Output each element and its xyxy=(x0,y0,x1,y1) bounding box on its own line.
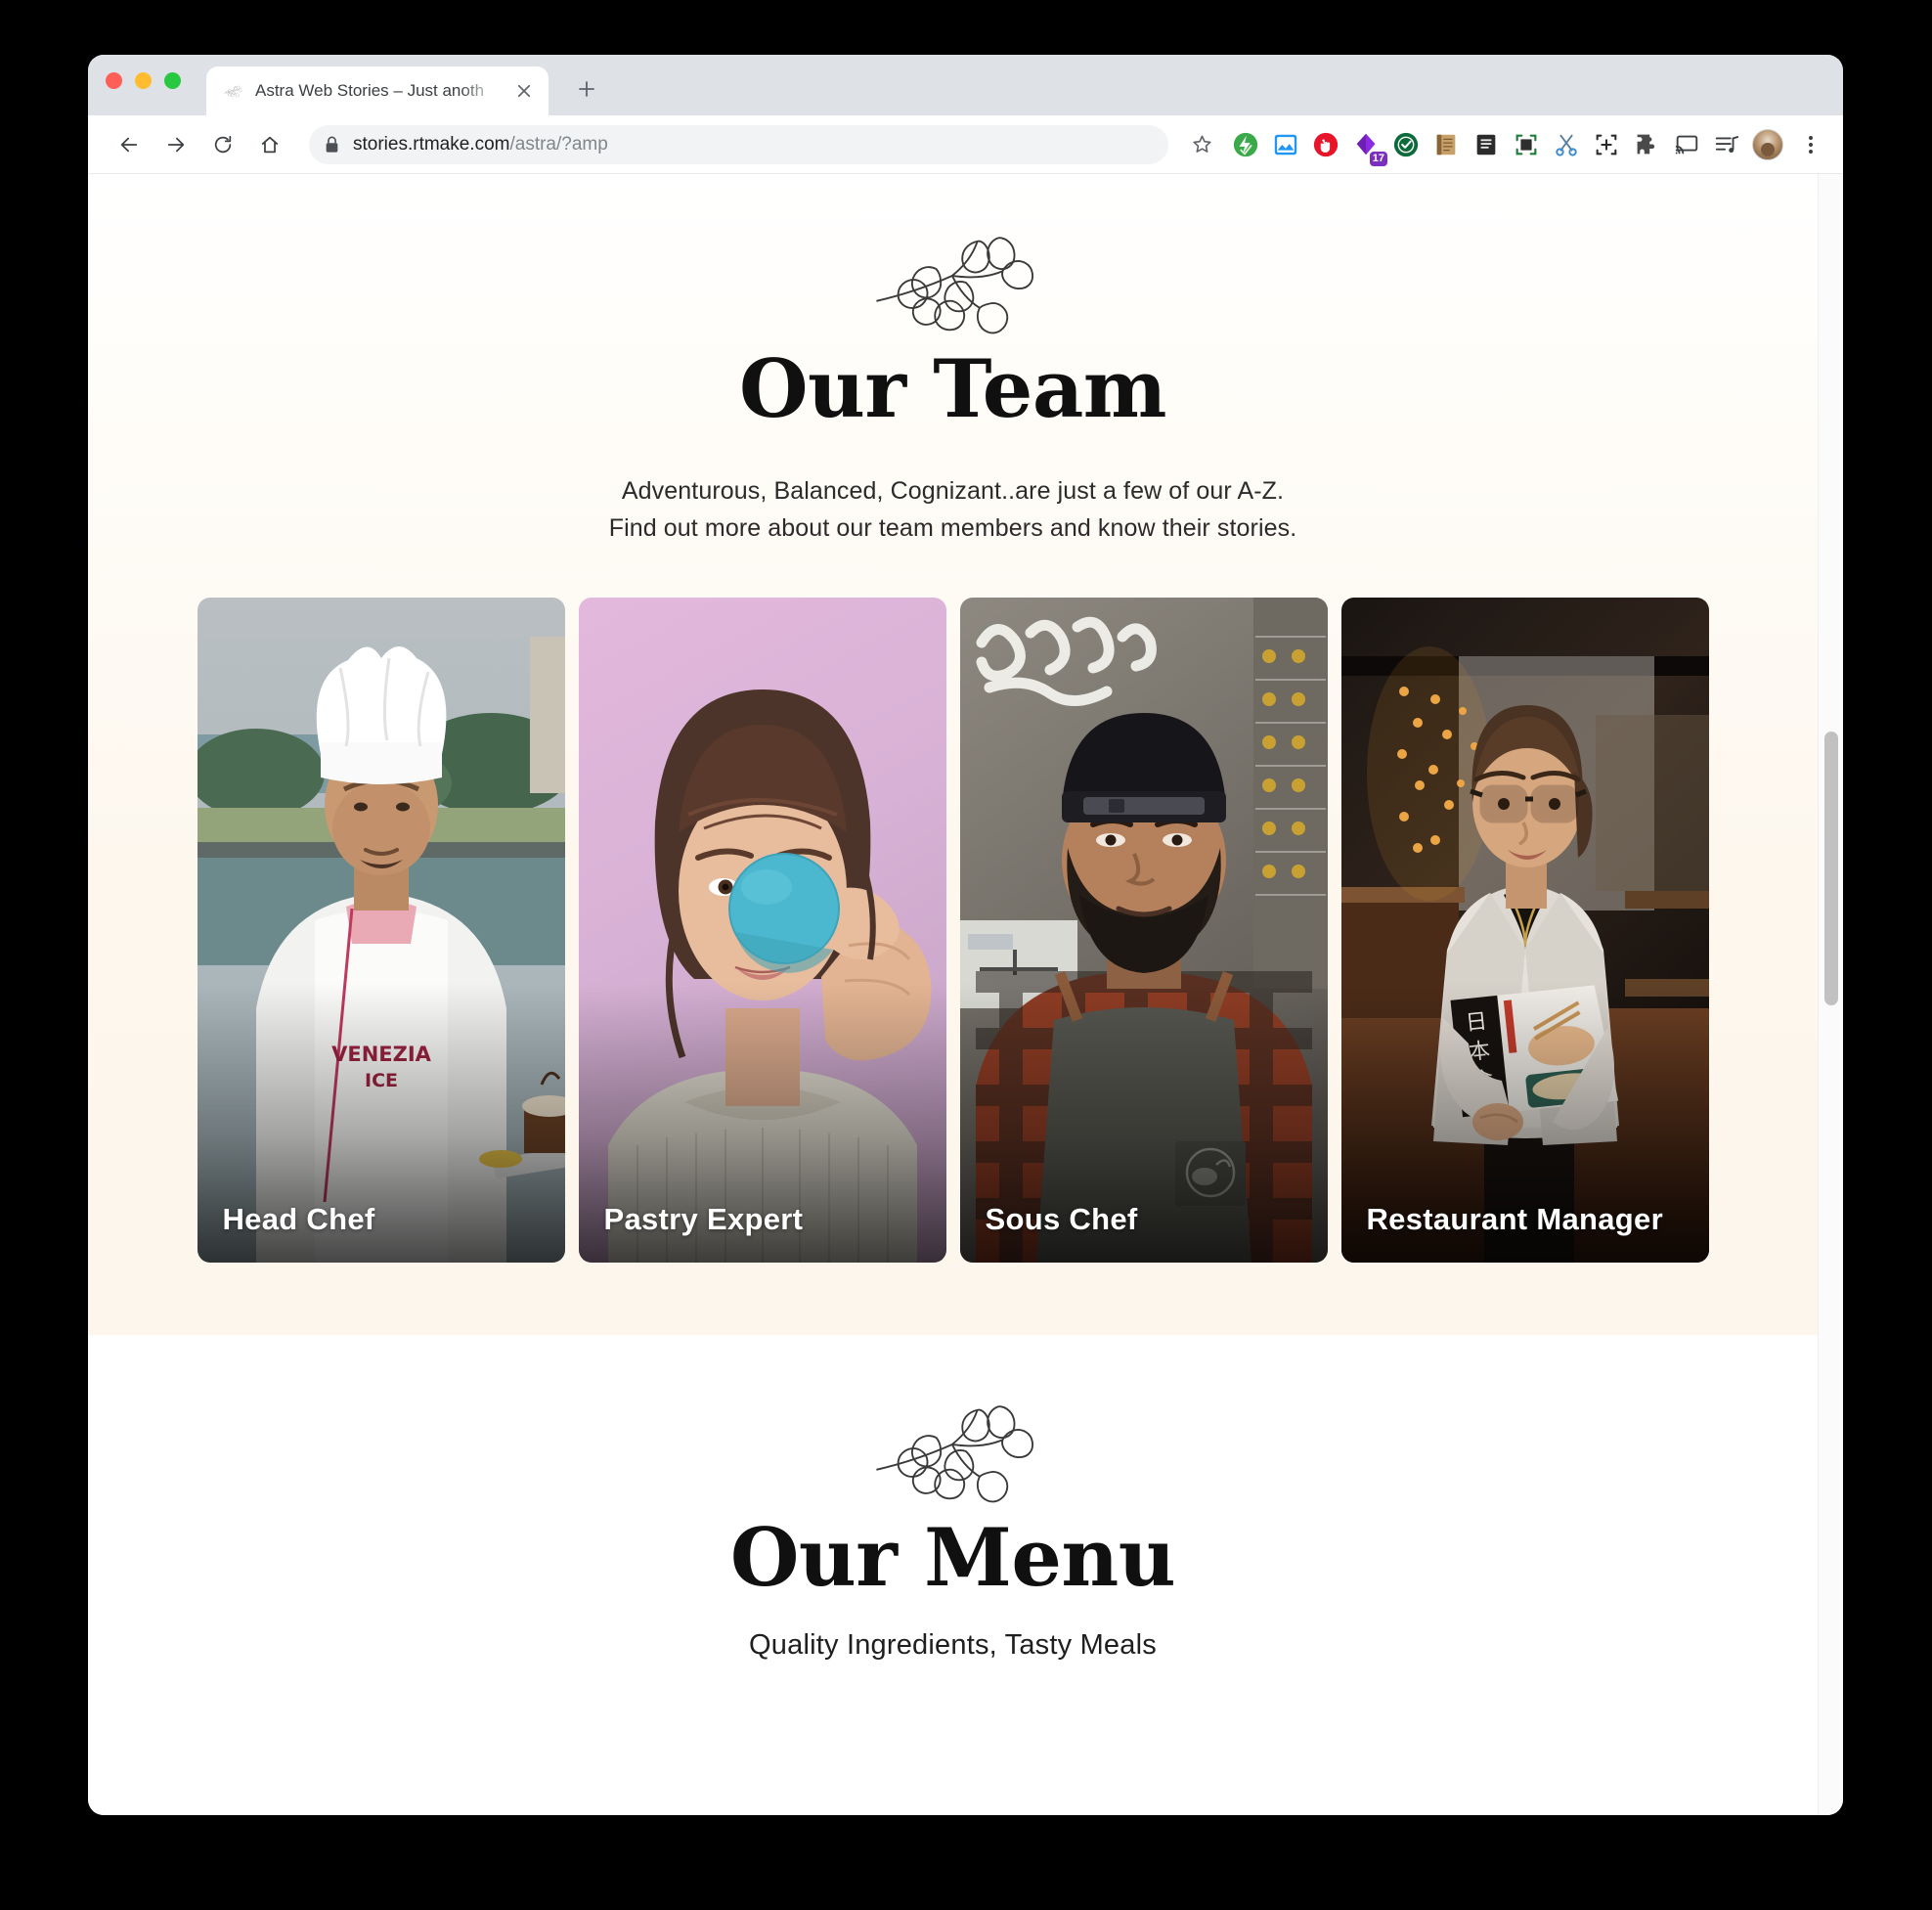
home-icon[interactable] xyxy=(248,123,291,166)
arrow-forward-icon[interactable] xyxy=(154,123,198,166)
leaf-branch-ornament xyxy=(874,237,1033,334)
page-viewport: Our Team Adventurous, Balanced, Cognizan… xyxy=(88,174,1843,1815)
shield-check-green-icon[interactable] xyxy=(1391,130,1421,159)
team-subtitle: Adventurous, Balanced, Cognizant..are ju… xyxy=(88,472,1818,547)
crop-expand-icon[interactable] xyxy=(1592,130,1621,159)
extension-badge-count: 17 xyxy=(1369,152,1387,166)
team-card[interactable]: Sous Chef xyxy=(959,598,1328,1264)
url-host: stories.rtmake.com xyxy=(353,133,510,155)
leaf-branch-icon xyxy=(223,85,242,98)
close-window-button[interactable] xyxy=(106,72,122,89)
avatar[interactable] xyxy=(1752,128,1783,160)
close-icon[interactable] xyxy=(511,78,537,104)
web-page: Our Team Adventurous, Balanced, Cognizan… xyxy=(88,174,1818,1815)
browser-tab[interactable]: Astra Web Stories – Just anoth xyxy=(206,67,549,115)
screenshot-frame-icon[interactable] xyxy=(1512,130,1541,159)
menu-subtitle: Quality Ingredients, Tasty Meals xyxy=(749,1629,1157,1662)
kebab-menu-icon[interactable] xyxy=(1794,128,1827,161)
team-subtitle-line-1: Adventurous, Balanced, Cognizant..are ju… xyxy=(621,477,1285,506)
member-role: Head Chef xyxy=(222,1202,375,1237)
extensions-row: 17 xyxy=(1231,128,1827,166)
team-card[interactable]: Pastry Expert xyxy=(578,598,946,1264)
flash-green-icon[interactable] xyxy=(1231,130,1260,159)
lock-icon xyxy=(326,136,338,153)
member-role: Pastry Expert xyxy=(603,1202,804,1237)
dark-reader-icon[interactable] xyxy=(1471,130,1501,159)
reload-icon[interactable] xyxy=(201,123,244,166)
star-icon[interactable] xyxy=(1182,125,1221,164)
address-bar[interactable]: stories.rtmake.com/astra/?amp xyxy=(309,124,1168,164)
member-role: Restaurant Manager xyxy=(1366,1202,1663,1237)
tab-strip: Astra Web Stories – Just anoth xyxy=(88,55,1843,115)
browser-toolbar: stories.rtmake.com/astra/?amp 17 xyxy=(88,115,1843,174)
minimize-window-button[interactable] xyxy=(135,72,152,89)
stop-hand-red-icon[interactable] xyxy=(1311,130,1340,159)
book-ledger-icon[interactable] xyxy=(1431,130,1461,159)
page-scrollbar[interactable] xyxy=(1818,174,1843,1815)
member-role: Sous Chef xyxy=(985,1202,1138,1237)
page-title: Our Team xyxy=(738,343,1167,436)
puzzle-piece-icon[interactable] xyxy=(1632,130,1661,159)
our-menu-section: Our Menu Quality Ingredients, Tasty Meal… xyxy=(88,1335,1818,1731)
maximize-window-button[interactable] xyxy=(164,72,181,89)
team-card[interactable]: 日 本 食 xyxy=(1340,598,1709,1264)
leaf-branch-ornament xyxy=(874,1405,1033,1503)
purple-diamond-icon[interactable]: 17 xyxy=(1351,130,1387,166)
menu-title: Our Menu xyxy=(729,1512,1176,1606)
our-team-section: Our Team Adventurous, Balanced, Cognizan… xyxy=(88,174,1818,1336)
image-blue-icon[interactable] xyxy=(1271,130,1300,159)
team-card[interactable]: VENEZIA ICE Head Chef xyxy=(197,598,565,1264)
arrow-back-icon[interactable] xyxy=(108,123,151,166)
scrollbar-thumb[interactable] xyxy=(1824,732,1838,1005)
team-cards: VENEZIA ICE Head Chef xyxy=(88,598,1818,1264)
tab-title: Astra Web Stories – Just anoth xyxy=(255,81,485,100)
cast-icon[interactable] xyxy=(1672,130,1701,159)
new-tab-button[interactable] xyxy=(570,72,603,106)
scissors-icon[interactable] xyxy=(1552,130,1581,159)
playlist-music-icon[interactable] xyxy=(1712,130,1741,159)
url-text: stories.rtmake.com/astra/?amp xyxy=(353,134,608,155)
window-controls xyxy=(106,72,181,89)
browser-window: Astra Web Stories – Just anoth stories.r… xyxy=(88,55,1843,1815)
url-path: /astra/?amp xyxy=(509,133,608,155)
team-subtitle-line-2: Find out more about our team members and… xyxy=(608,514,1297,543)
